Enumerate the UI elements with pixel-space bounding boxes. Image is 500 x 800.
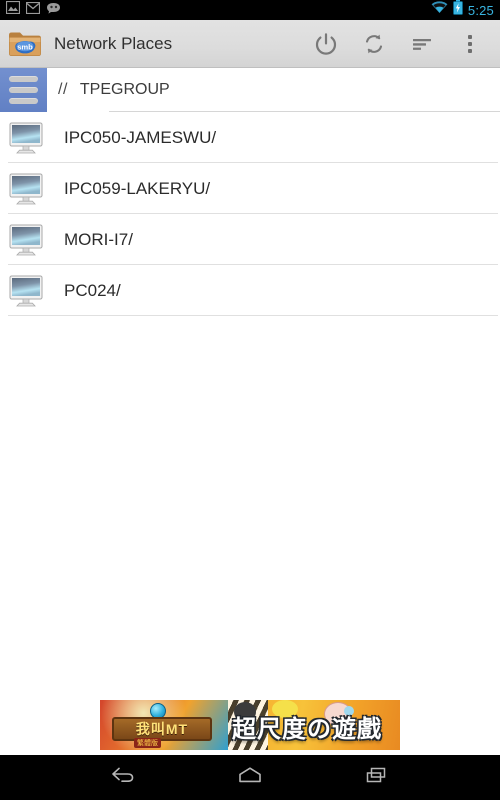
android-nav-bar xyxy=(0,755,500,800)
ad-banner-headline: 超尺度の遊戲 xyxy=(232,715,382,743)
photo-icon xyxy=(5,0,21,19)
smb-folder-icon[interactable]: smb xyxy=(8,29,42,59)
ad-banner-container: 我叫MT 繁體版 超尺度の遊戲 xyxy=(0,697,500,755)
overflow-menu-icon xyxy=(468,34,472,53)
list-item[interactable]: PC024/ xyxy=(0,265,500,316)
home-icon xyxy=(236,765,264,790)
hamburger-menu-icon xyxy=(9,76,38,82)
hamburger-menu-button[interactable] xyxy=(0,68,47,112)
back-button[interactable] xyxy=(93,755,153,800)
breadcrumb-current-path[interactable]: TPEGROUP xyxy=(80,81,170,99)
app-screen: 5:25 smb Network Places // TPEGROUP IPC0… xyxy=(0,0,500,800)
gmail-icon xyxy=(25,1,41,19)
list-item-label: MORI-I7/ xyxy=(64,229,133,249)
wifi-icon xyxy=(431,1,448,19)
refresh-icon xyxy=(362,32,386,56)
power-button[interactable] xyxy=(302,21,350,67)
list-item-label: IPC050-JAMESWU/ xyxy=(64,127,217,147)
page-title: Network Places xyxy=(54,33,173,53)
computer-monitor-icon xyxy=(8,171,46,207)
computer-monitor-icon xyxy=(8,120,46,156)
power-icon xyxy=(314,32,338,56)
action-bar: smb Network Places xyxy=(0,20,500,68)
list-item[interactable]: IPC059-LAKERYU/ xyxy=(0,163,500,214)
ad-banner-logo-text: 我叫MT xyxy=(112,717,212,741)
hamburger-menu-icon-bar3 xyxy=(9,98,38,104)
breadcrumb-path-area[interactable]: // TPEGROUP xyxy=(47,68,500,112)
ad-banner-left-art: 我叫MT 繁體版 xyxy=(100,700,228,750)
list-item[interactable]: MORI-I7/ xyxy=(0,214,500,265)
ad-banner-sub-text: 繁體版 xyxy=(134,738,161,748)
breadcrumb-separator: // xyxy=(58,81,68,98)
refresh-button[interactable] xyxy=(350,21,398,67)
sort-button[interactable] xyxy=(398,21,446,67)
breadcrumb: // TPEGROUP xyxy=(0,68,500,112)
network-places-list: IPC050-JAMESWU/ IPC059-LAKERYU/ MORI-I7/… xyxy=(0,112,500,697)
battery-charging-icon xyxy=(453,0,463,20)
ad-banner[interactable]: 我叫MT 繁體版 超尺度の遊戲 xyxy=(100,700,400,750)
list-item-label: IPC059-LAKERYU/ xyxy=(64,178,211,198)
home-button[interactable] xyxy=(220,755,280,800)
recents-button[interactable] xyxy=(347,755,407,800)
list-item-label: PC024/ xyxy=(64,280,121,300)
computer-monitor-icon xyxy=(8,273,46,309)
ad-banner-right-art: 超尺度の遊戲 xyxy=(228,700,400,750)
status-bar-system-icons: 5:25 xyxy=(431,0,494,20)
hamburger-menu-icon-bar2 xyxy=(9,87,38,93)
list-item[interactable]: IPC050-JAMESWU/ xyxy=(0,112,500,163)
list-divider xyxy=(8,315,498,316)
svg-text:smb: smb xyxy=(17,42,33,51)
overflow-button[interactable] xyxy=(446,21,494,67)
action-bar-buttons xyxy=(302,21,494,67)
status-bar-notification-icons xyxy=(5,0,61,19)
computer-monitor-icon xyxy=(8,222,46,258)
hangouts-icon xyxy=(46,1,61,19)
recents-icon xyxy=(364,765,390,790)
sort-icon xyxy=(410,32,434,56)
status-bar-clock: 5:25 xyxy=(467,2,494,18)
back-icon xyxy=(110,765,136,790)
status-bar: 5:25 xyxy=(0,0,500,20)
